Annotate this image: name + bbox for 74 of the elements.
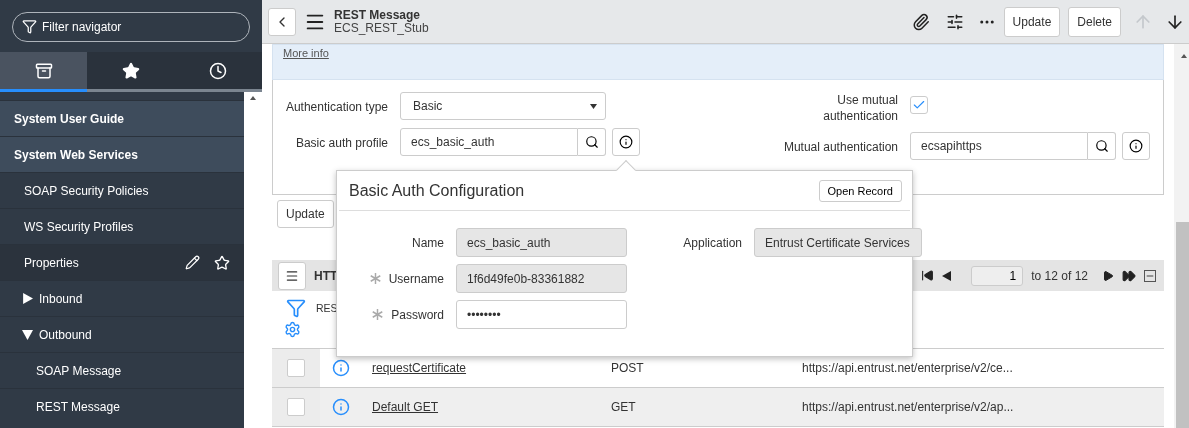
open-record-button[interactable]: Open Record <box>818 179 902 202</box>
field-label: Application <box>683 235 742 250</box>
menu-icon <box>285 268 299 283</box>
last-page-icon[interactable] <box>1122 268 1136 283</box>
page-field[interactable]: 1 <box>971 265 1024 286</box>
caret-right-icon <box>22 293 33 304</box>
field-label: Username <box>388 271 444 286</box>
more-info-link[interactable]: More info <box>283 47 329 59</box>
field-label: Name <box>412 235 444 250</box>
nav-item[interactable]: System Web Services <box>0 136 244 172</box>
info-button[interactable] <box>1122 132 1150 160</box>
paperclip-icon[interactable] <box>911 12 930 31</box>
table-cell-text: https://api.entrust.net/enterprise/v2/ap... <box>802 400 1015 414</box>
info-icon[interactable] <box>332 398 350 416</box>
nav-item[interactable]: System User Guide <box>0 100 244 136</box>
input-field[interactable]: •••••••• <box>456 300 627 329</box>
row-link[interactable]: requestCertificate <box>372 361 467 375</box>
gear-icon[interactable] <box>284 321 301 338</box>
header-button[interactable]: Update <box>1003 6 1061 37</box>
page-range: to 12 of 12 <box>1031 268 1088 283</box>
info-icon <box>619 135 633 149</box>
record-type: REST Message <box>334 8 421 22</box>
table-cell-text: GET <box>611 400 637 414</box>
info-icon[interactable] <box>332 359 350 377</box>
info-button[interactable] <box>612 128 640 156</box>
reference-field[interactable]: ecsapihttps <box>910 132 1088 160</box>
back-button[interactable] <box>268 7 296 36</box>
row-checkbox[interactable] <box>287 359 305 377</box>
update-button[interactable]: Update <box>277 200 334 228</box>
check-icon <box>912 98 926 112</box>
row-link[interactable]: Default GET <box>372 400 439 414</box>
filter-field[interactable]: Filter navigator <box>12 12 250 42</box>
popover-title: Basic Auth Configuration <box>349 181 525 200</box>
reference-field[interactable]: ecs_basic_auth <box>400 128 578 156</box>
collapse-icon[interactable] <box>1144 269 1156 282</box>
caret-down-icon <box>22 329 33 340</box>
pencil-icon[interactable] <box>185 255 200 270</box>
field-label: Authentication type <box>284 99 388 115</box>
clock-icon <box>209 61 228 80</box>
next-page-icon[interactable] <box>1102 269 1114 282</box>
field-label: Use mutual authentication <box>822 92 898 124</box>
table-cell-text: https://api.entrust.net/enterprise/v2/ce... <box>802 361 1014 375</box>
first-page-icon[interactable] <box>921 269 935 282</box>
record-name: ECS_REST_Stub <box>334 21 430 35</box>
list-title: HTT <box>314 268 338 283</box>
filter-icon[interactable] <box>286 298 306 318</box>
nav-item[interactable]: Properties <box>0 244 244 280</box>
checkbox[interactable] <box>910 96 928 114</box>
filter-icon <box>22 19 37 34</box>
archive-icon <box>34 61 53 80</box>
dropdown-caret-icon <box>590 103 597 109</box>
scroll-up-icon[interactable] <box>1180 54 1187 58</box>
list-menu-button[interactable] <box>278 261 306 290</box>
field-label: Basic auth profile <box>294 135 388 151</box>
info-icon <box>1129 139 1143 153</box>
row-checkbox[interactable] <box>287 398 305 416</box>
star-icon <box>122 61 140 80</box>
input-field[interactable]: Entrust Certificate Services <box>754 228 922 257</box>
scrollbar-thumb[interactable] <box>1175 222 1189 428</box>
search-button[interactable] <box>578 128 606 156</box>
previous-page-icon[interactable] <box>942 270 952 281</box>
search-icon <box>584 135 599 149</box>
select-field[interactable]: Basic <box>400 92 606 120</box>
table-cell-text: POST <box>611 361 645 375</box>
scroll-up-icon[interactable] <box>250 96 256 100</box>
header-button[interactable]: Delete <box>1068 6 1121 37</box>
field-label: Mutual authentication <box>782 139 898 155</box>
star-icon[interactable] <box>214 254 230 271</box>
search-button[interactable] <box>1088 132 1116 160</box>
search-icon <box>1094 139 1109 153</box>
input-field[interactable]: ecs_basic_auth <box>456 228 627 257</box>
field-label: Password <box>391 307 444 322</box>
sliders-icon[interactable] <box>945 12 964 31</box>
input-field[interactable]: 1f6d49fe0b-83361882 <box>456 264 627 293</box>
